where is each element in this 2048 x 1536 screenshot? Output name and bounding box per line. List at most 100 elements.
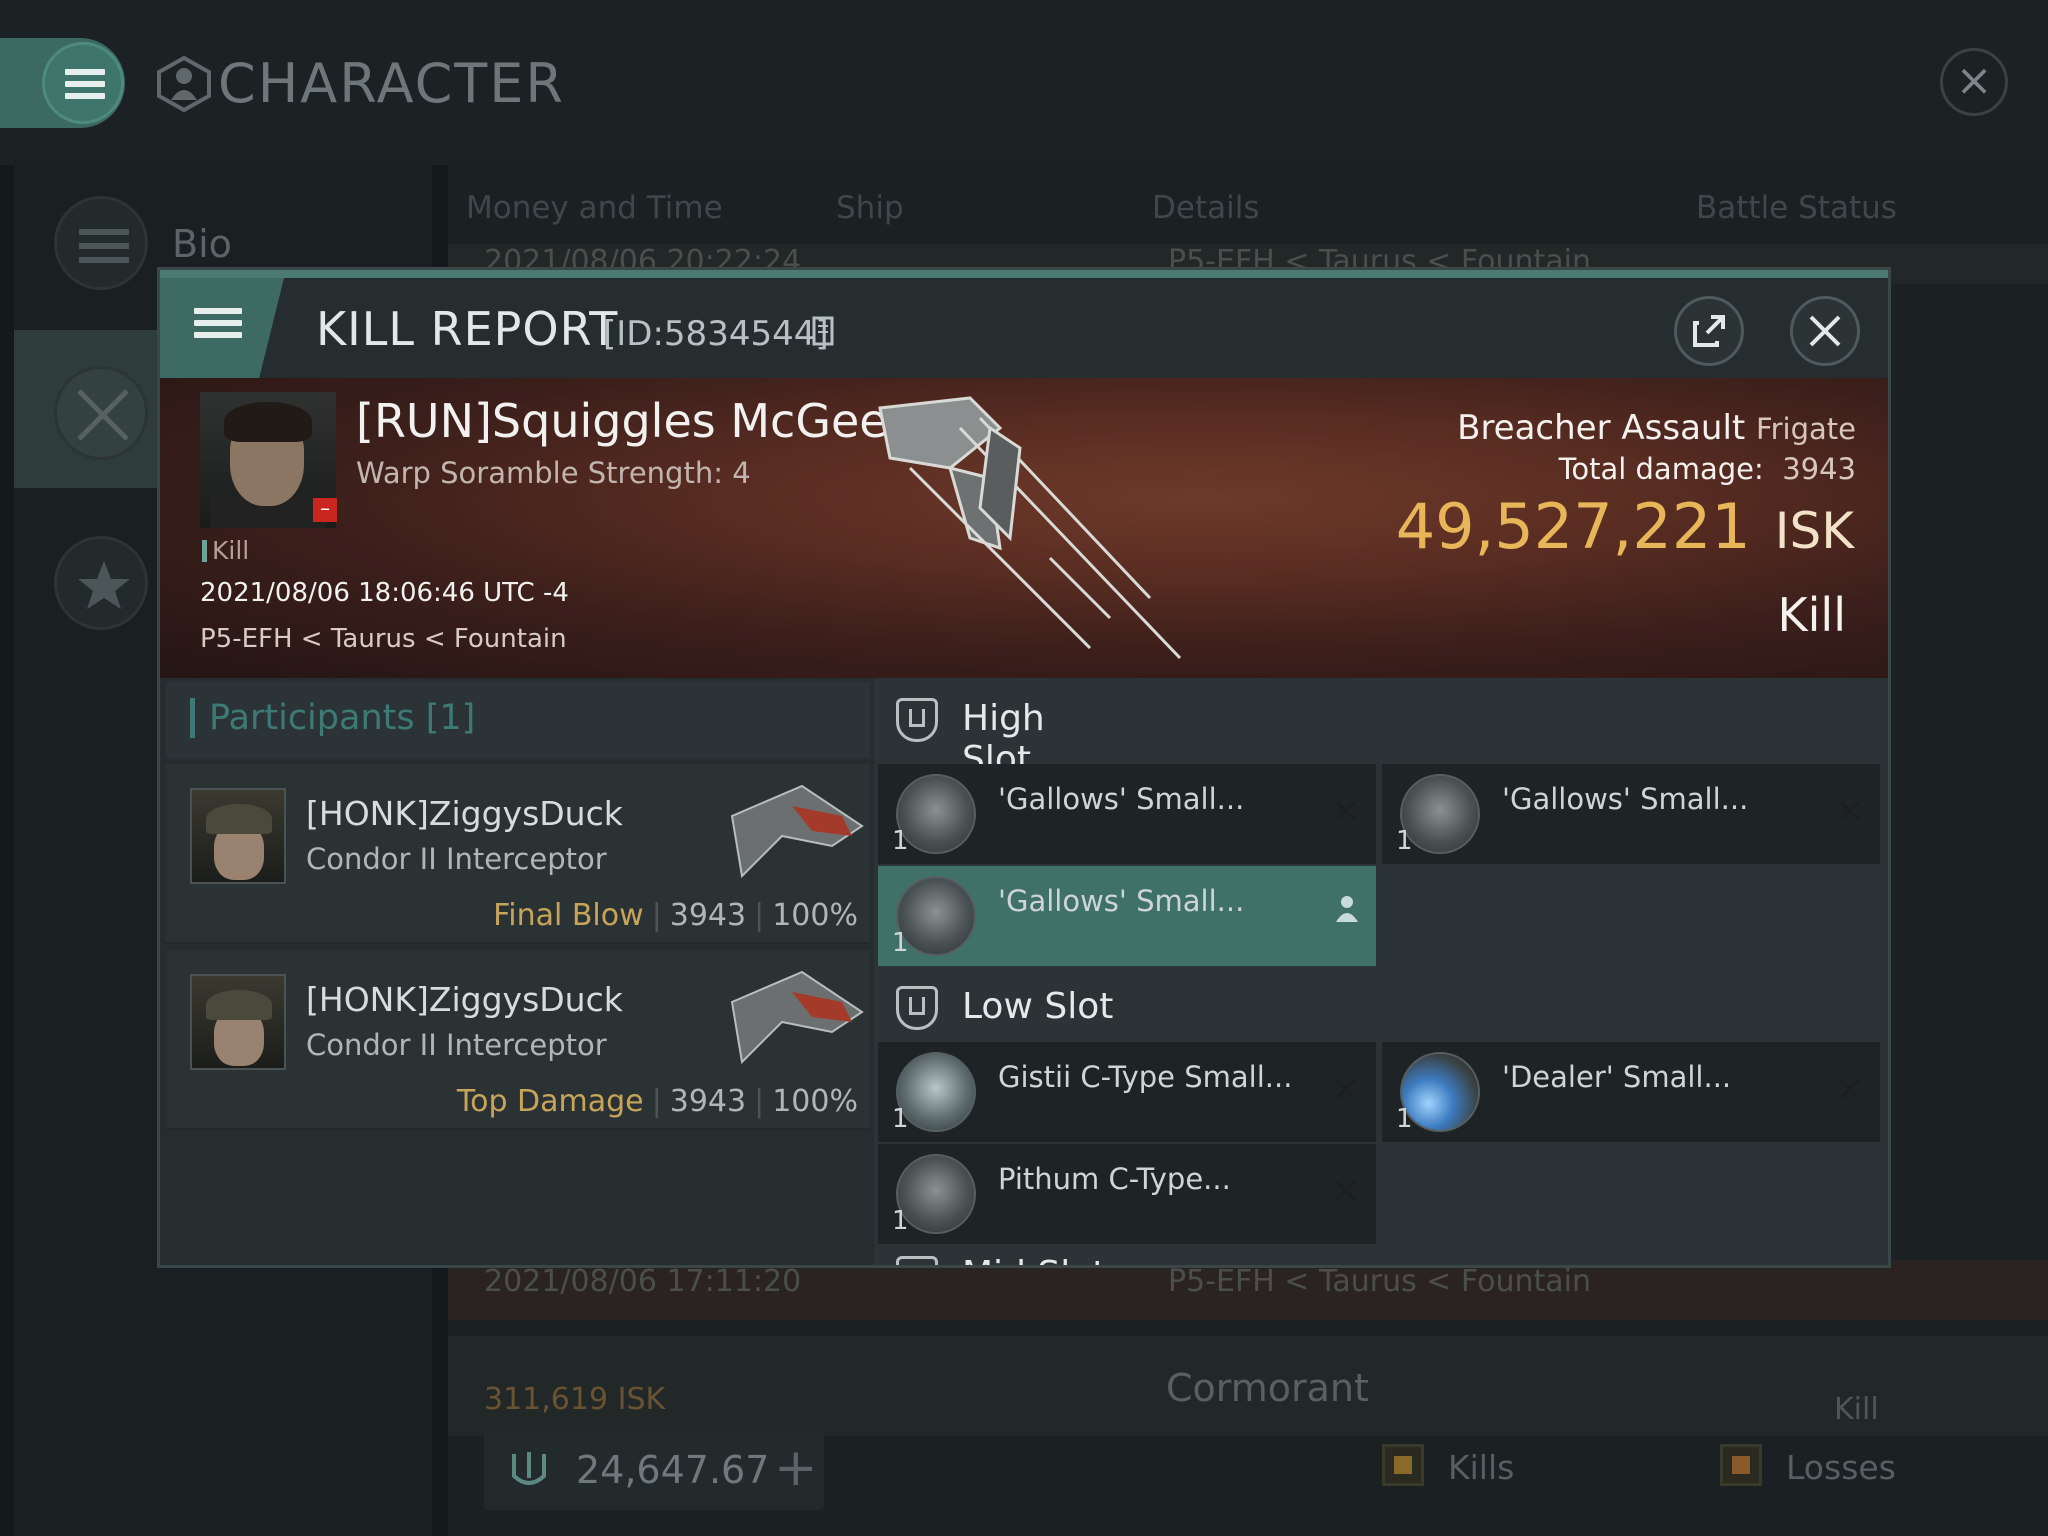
module-quantity: 1 xyxy=(892,1206,909,1236)
destroyed-icon: ✕ xyxy=(1331,1172,1361,1212)
share-button[interactable] xyxy=(1674,296,1744,366)
losses-legend-icon xyxy=(1720,1444,1762,1486)
table-row[interactable]: 311,619 ISK Cormorant Kill xyxy=(448,1336,2048,1436)
module-item[interactable]: 1 'Gallows' Small... xyxy=(878,866,1376,966)
victim-banner: – [RUN]Squiggles McGee Warp Soramble Str… xyxy=(160,378,1888,678)
module-name: 'Gallows' Small... xyxy=(1502,782,1749,816)
copy-icon[interactable] xyxy=(812,316,834,346)
fitting-panel: High Slot 1 'Gallows' Small... ✕ 1 'Gall… xyxy=(874,678,1888,1265)
final-blow-tag: Final Blow xyxy=(493,898,644,933)
victim-name[interactable]: [RUN]Squiggles McGee xyxy=(356,394,888,448)
kill-id: [ID:5834544] xyxy=(603,314,829,354)
wallet-balance: 24,647.67 xyxy=(576,1448,770,1492)
module-quantity: 1 xyxy=(892,1104,909,1134)
column-header: Battle Status xyxy=(1696,190,1897,226)
dialog-header: KILL REPORT [ID:5834544] xyxy=(160,270,1888,378)
warp-scramble-strength: Warp Soramble Strength: 4 xyxy=(356,456,751,490)
participant-damage: 3943 xyxy=(669,898,747,933)
wallet-icon xyxy=(512,1452,546,1485)
participant-ship-image xyxy=(730,970,864,1065)
wallet-bar[interactable]: 24,647.67 + xyxy=(484,1432,824,1510)
module-item[interactable]: 1 'Gallows' Small... ✕ xyxy=(1382,764,1880,864)
participants-title: Participants [1] xyxy=(190,698,475,738)
ship-type[interactable]: Breacher Assault Frigate xyxy=(1457,408,1856,448)
participant-portrait[interactable] xyxy=(190,788,286,884)
external-link-icon xyxy=(1693,315,1725,347)
low-slot-icon xyxy=(896,986,938,1030)
column-header: Details xyxy=(1152,190,1260,226)
participants-panel: Participants [1] [HONK]ZiggysDuck Condor… xyxy=(160,678,874,1265)
ship-name: Breacher Assault xyxy=(1457,408,1746,448)
ship-image[interactable] xyxy=(850,388,1190,668)
close-icon xyxy=(1809,315,1841,347)
module-item[interactable]: 1 Pithum C-Type... ✕ xyxy=(878,1144,1376,1244)
top-damage-tag: Top Damage xyxy=(456,1084,644,1119)
destroyed-icon: ✕ xyxy=(1835,792,1865,832)
ship-class: Frigate xyxy=(1756,412,1856,446)
participant-percent: 100% xyxy=(772,898,858,933)
row-location: P5-EFH < Taurus < Fountain xyxy=(1168,1264,1591,1299)
total-damage: Total damage: 3943 xyxy=(1559,452,1856,486)
close-icon[interactable]: × xyxy=(1940,48,2008,116)
module-quantity: 1 xyxy=(1396,826,1413,856)
isk-amount: 49,527,221 xyxy=(1395,490,1751,563)
participants-header[interactable]: Participants [1] xyxy=(166,682,870,758)
isk-value: 49,527,221 ISK xyxy=(1396,490,1854,563)
module-name: 'Gallows' Small... xyxy=(998,884,1245,918)
hamburger-icon xyxy=(194,308,242,338)
page-title: CHARACTER xyxy=(218,52,565,115)
participant-row[interactable]: [HONK]ZiggysDuck Condor II Interceptor F… xyxy=(166,764,870,944)
dialog-menu-button[interactable] xyxy=(160,278,284,378)
row-ship: Cormorant xyxy=(1166,1366,1369,1410)
column-header: Money and Time xyxy=(466,190,723,226)
kills-legend-label: Kills xyxy=(1448,1448,1515,1487)
module-quantity: 1 xyxy=(892,826,909,856)
participant-name: [HONK]ZiggysDuck xyxy=(306,794,623,833)
mid-slot-title: Mid Slot xyxy=(962,1254,1106,1265)
star-icon xyxy=(54,536,148,630)
participant-damage: 3943 xyxy=(669,1084,747,1119)
destroyed-icon: ✕ xyxy=(1835,1070,1865,1110)
row-date: 2021/08/06 17:11:20 xyxy=(484,1264,802,1299)
module-name: 'Dealer' Small... xyxy=(1502,1060,1732,1094)
character-icon xyxy=(157,56,211,112)
battle-status: Kill xyxy=(1777,588,1846,642)
module-name: Gistii C-Type Small... xyxy=(998,1060,1293,1094)
mid-slot-icon xyxy=(896,1256,938,1265)
module-quantity: 1 xyxy=(1396,1104,1413,1134)
hamburger-icon xyxy=(65,69,105,99)
losses-legend-label: Losses xyxy=(1786,1448,1896,1487)
kill-tag: Kill xyxy=(202,538,249,563)
low-slot-title: Low Slot xyxy=(962,986,1114,1027)
module-quantity: 1 xyxy=(892,928,909,958)
close-dialog-button[interactable] xyxy=(1790,296,1860,366)
main-menu-button[interactable] xyxy=(0,38,125,128)
crossed-swords-icon xyxy=(54,366,148,460)
participant-stats: Top Damage | 3943 | 100% xyxy=(456,1084,858,1119)
participant-ship-image xyxy=(730,784,864,879)
module-name: Pithum C-Type... xyxy=(998,1162,1231,1196)
kills-legend-icon xyxy=(1382,1444,1424,1486)
participant-ship: Condor II Interceptor xyxy=(306,842,607,876)
table-row[interactable]: 2021/08/06 17:11:20 P5-EFH < Taurus < Fo… xyxy=(448,1260,2048,1320)
participant-row[interactable]: [HONK]ZiggysDuck Condor II Interceptor T… xyxy=(166,950,870,1130)
sidebar-item-label: Bio xyxy=(172,222,232,266)
participant-percent: 100% xyxy=(772,1084,858,1119)
add-icon[interactable]: + xyxy=(774,1438,818,1498)
participant-portrait[interactable] xyxy=(190,974,286,1070)
module-item[interactable]: 1 'Gallows' Small... ✕ xyxy=(878,764,1376,864)
kill-location[interactable]: P5-EFH < Taurus < Fountain xyxy=(200,624,567,654)
row-status: Kill xyxy=(1834,1392,1879,1427)
participant-stats: Final Blow | 3943 | 100% xyxy=(493,898,858,933)
column-header: Ship xyxy=(836,190,904,226)
list-icon xyxy=(54,196,148,290)
high-slot-icon xyxy=(896,698,938,742)
participant-ship: Condor II Interceptor xyxy=(306,1028,607,1062)
dialog-title: KILL REPORT xyxy=(316,302,619,356)
module-item[interactable]: 1 Gistii C-Type Small... ✕ xyxy=(878,1042,1376,1142)
dropped-person-icon xyxy=(1334,894,1360,931)
total-damage-value: 3943 xyxy=(1782,452,1856,486)
module-item[interactable]: 1 'Dealer' Small... ✕ xyxy=(1382,1042,1880,1142)
kill-report-dialog: KILL REPORT [ID:5834544] – [RUN]Squiggle… xyxy=(157,267,1891,1268)
total-damage-label: Total damage: xyxy=(1558,452,1764,486)
